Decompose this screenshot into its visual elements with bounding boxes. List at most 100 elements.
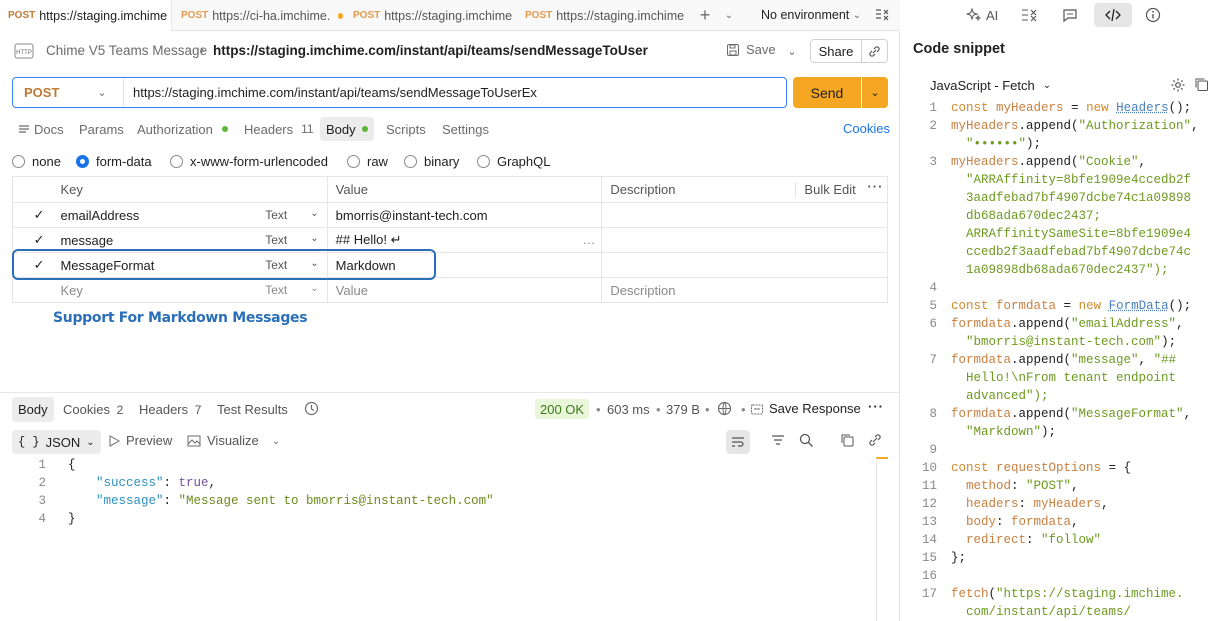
response-tab-headers[interactable]: Headers 7 — [139, 402, 201, 417]
search-icon[interactable] — [799, 433, 814, 451]
radio-x-www-form-urlencoded[interactable]: x-www-form-urlencoded — [170, 154, 328, 169]
preview-button[interactable]: Preview — [108, 433, 172, 448]
method-select[interactable]: POST — [24, 85, 59, 100]
history-icon[interactable] — [304, 401, 319, 419]
ai-button[interactable]: AI — [966, 7, 998, 23]
snippet-line: 14 redirect: "follow" — [915, 533, 1210, 551]
radio-none[interactable]: none — [12, 154, 61, 169]
response-size[interactable]: 379 B — [666, 402, 700, 417]
info-icon[interactable] — [1145, 7, 1161, 26]
snippet-code: formdata.append("message", "## — [951, 353, 1177, 367]
request-tab-bar: POST https://staging.imchime POST https://… — [0, 0, 900, 31]
row-type-select[interactable]: Text ⌄ — [257, 202, 328, 228]
save-options-chevron-icon[interactable]: ⌄ — [784, 42, 800, 60]
tab-docs[interactable]: Docs — [18, 118, 64, 140]
new-value-input[interactable]: Value — [326, 277, 603, 303]
radio-raw[interactable]: raw — [347, 154, 388, 169]
copy-snippet-icon[interactable] — [1194, 77, 1209, 95]
code-text: { — [68, 458, 76, 472]
cookies-link[interactable]: Cookies — [843, 117, 890, 139]
response-tab-body[interactable]: Body — [12, 397, 54, 422]
expand-value-icon[interactable]: … — [582, 232, 595, 247]
new-tab-plus-icon[interactable]: + — [694, 5, 716, 25]
method-chevron-icon[interactable]: ⌄ — [95, 83, 109, 101]
radio-graphql[interactable]: GraphQL — [477, 154, 550, 169]
new-type-select[interactable]: Text ⌄ — [257, 277, 328, 303]
chat-icon[interactable] — [1062, 7, 1078, 26]
code-snippet: 1 const myHeaders = new Headers(); 2 myHead… — [915, 101, 1210, 621]
url-input[interactable]: https://staging.imchime.com/instant/api/… — [133, 85, 537, 100]
snippet-line: 1 const myHeaders = new Headers(); — [915, 101, 1210, 119]
json-key: "message" — [96, 494, 164, 508]
response-more-icon[interactable]: ··· — [868, 399, 884, 414]
row-checkbox[interactable]: ✓ — [12, 202, 53, 228]
snippet-code: body: formdata, — [966, 515, 1079, 529]
save-icon — [727, 43, 739, 56]
link-icon — [869, 45, 880, 57]
environment-quick-look-icon[interactable] — [874, 7, 890, 23]
response-tab-cookies[interactable]: Cookies 2 — [63, 402, 123, 417]
radio-binary[interactable]: binary — [404, 154, 459, 169]
bulk-edit-link[interactable]: Bulk Edit — [804, 182, 855, 197]
request-tab[interactable]: POST https://ci-ha.imchime. — [173, 0, 343, 31]
comments-list-icon[interactable] — [1021, 8, 1037, 25]
snippet-line-number: 2 — [929, 119, 937, 133]
language-select[interactable]: JavaScript - Fetch ⌄ — [930, 78, 1051, 93]
filter-icon[interactable] — [771, 434, 785, 449]
save-response-button[interactable]: Save Response — [750, 401, 861, 416]
environment-chevron-icon[interactable]: ⌄ — [850, 5, 864, 25]
save-button[interactable]: Save — [726, 42, 776, 57]
key-column-header: Key — [52, 176, 328, 203]
new-description-input[interactable]: Description — [601, 277, 888, 303]
tab-params[interactable]: Params — [79, 118, 124, 140]
copy-link-button[interactable] — [862, 39, 888, 63]
radio-form-data[interactable]: form-data — [76, 154, 152, 169]
breadcrumb-collection[interactable]: Chime V5 Teams Message — [46, 43, 207, 58]
method-label: POST — [8, 10, 36, 21]
new-key-input[interactable]: Key — [52, 277, 258, 303]
network-globe-icon[interactable] — [717, 401, 732, 419]
radio-circle-icon — [347, 155, 360, 168]
response-bar: Body Cookies 2 Headers 7 Test Results 20… — [0, 392, 900, 428]
link-icon[interactable] — [868, 433, 882, 450]
snippet-line-number — [915, 209, 937, 227]
tab-scripts[interactable]: Scripts — [386, 118, 426, 140]
copy-icon[interactable] — [840, 433, 854, 450]
request-tab[interactable]: POST https://staging.imchime — [517, 0, 687, 31]
row-key[interactable]: emailAddress — [52, 202, 258, 228]
response-scrollbar[interactable] — [876, 457, 888, 621]
snippet-line: 6 formdata.append("emailAddress", — [915, 317, 1210, 335]
row-value[interactable]: bmorris@instant-tech.com — [326, 202, 603, 228]
status-badge[interactable]: 200 OK — [535, 399, 590, 419]
cookies-tab-label: Cookies — [63, 402, 110, 417]
json-key: "success" — [96, 476, 164, 490]
tab-list-chevron-icon[interactable]: ⌄ — [720, 5, 738, 25]
send-options-button[interactable]: ⌄ — [862, 77, 888, 108]
more-options-icon[interactable]: ··· — [867, 179, 883, 194]
wrap-lines-icon[interactable] — [726, 430, 750, 454]
row-description[interactable] — [601, 202, 888, 228]
visualize-button[interactable]: Visualize — [187, 433, 259, 448]
tab-settings[interactable]: Settings — [442, 118, 489, 140]
tab-authorization[interactable]: Authorization — [137, 118, 228, 140]
type-chevron-icon: ⌄ — [310, 283, 319, 294]
settings-gear-icon[interactable] — [1170, 77, 1186, 96]
response-tab-test-results[interactable]: Test Results — [217, 402, 288, 417]
code-view-icon[interactable] — [1094, 3, 1132, 27]
send-button[interactable]: Send — [793, 77, 861, 108]
visualize-chevron-icon[interactable]: ⌄ — [270, 433, 282, 449]
row-description[interactable] — [601, 227, 888, 253]
separator-dot: • — [656, 402, 661, 417]
format-select[interactable]: { } JSON ⌄ — [12, 430, 101, 454]
request-tab[interactable]: POST https://staging.imchime — [345, 0, 515, 31]
save-response-label: Save Response — [769, 401, 861, 416]
environment-selector[interactable]: No environment — [761, 8, 849, 22]
request-tab[interactable]: POST https://staging.imchime — [0, 0, 172, 31]
radio-circle-icon — [12, 155, 25, 168]
radio-selected-icon — [76, 155, 89, 168]
response-time[interactable]: 603 ms — [607, 402, 650, 417]
share-button[interactable]: Share — [810, 39, 862, 63]
tab-headers[interactable]: Headers 11 — [244, 118, 314, 140]
row-description[interactable] — [601, 252, 888, 278]
tab-body[interactable]: Body — [320, 117, 374, 141]
